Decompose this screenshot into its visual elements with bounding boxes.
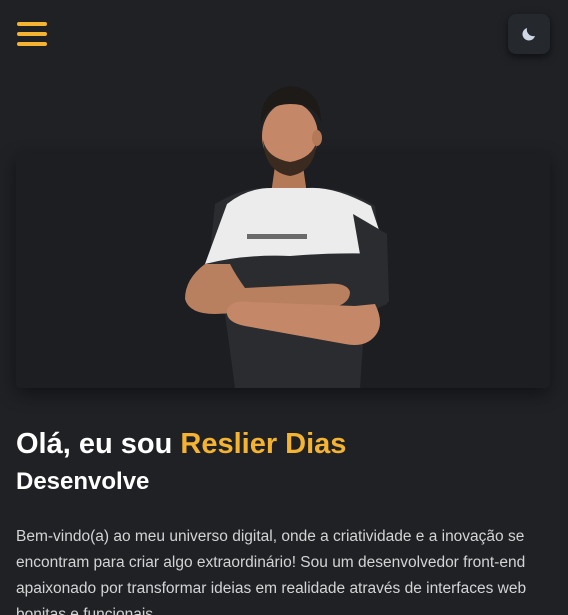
theme-toggle-button[interactable] xyxy=(508,14,550,54)
menu-bar-middle xyxy=(17,32,47,36)
menu-bar-bottom xyxy=(17,42,47,46)
menu-bar-top xyxy=(17,22,47,26)
developer-name: Reslier Dias xyxy=(180,428,347,460)
bio-text: Bem-vindo(a) ao meu universo digital, on… xyxy=(16,528,527,615)
portrait-photo xyxy=(185,86,389,388)
role-title: Desenvolve xyxy=(16,468,150,495)
greeting-heading: Olá, eu sou Reslier Dias xyxy=(16,428,346,461)
hamburger-menu-icon[interactable] xyxy=(17,20,47,48)
page: Olá, eu sou Reslier Dias Desenvolve Bem-… xyxy=(0,0,568,615)
moon-icon xyxy=(522,28,535,41)
greeting-prefix: Olá, eu sou xyxy=(16,428,181,460)
